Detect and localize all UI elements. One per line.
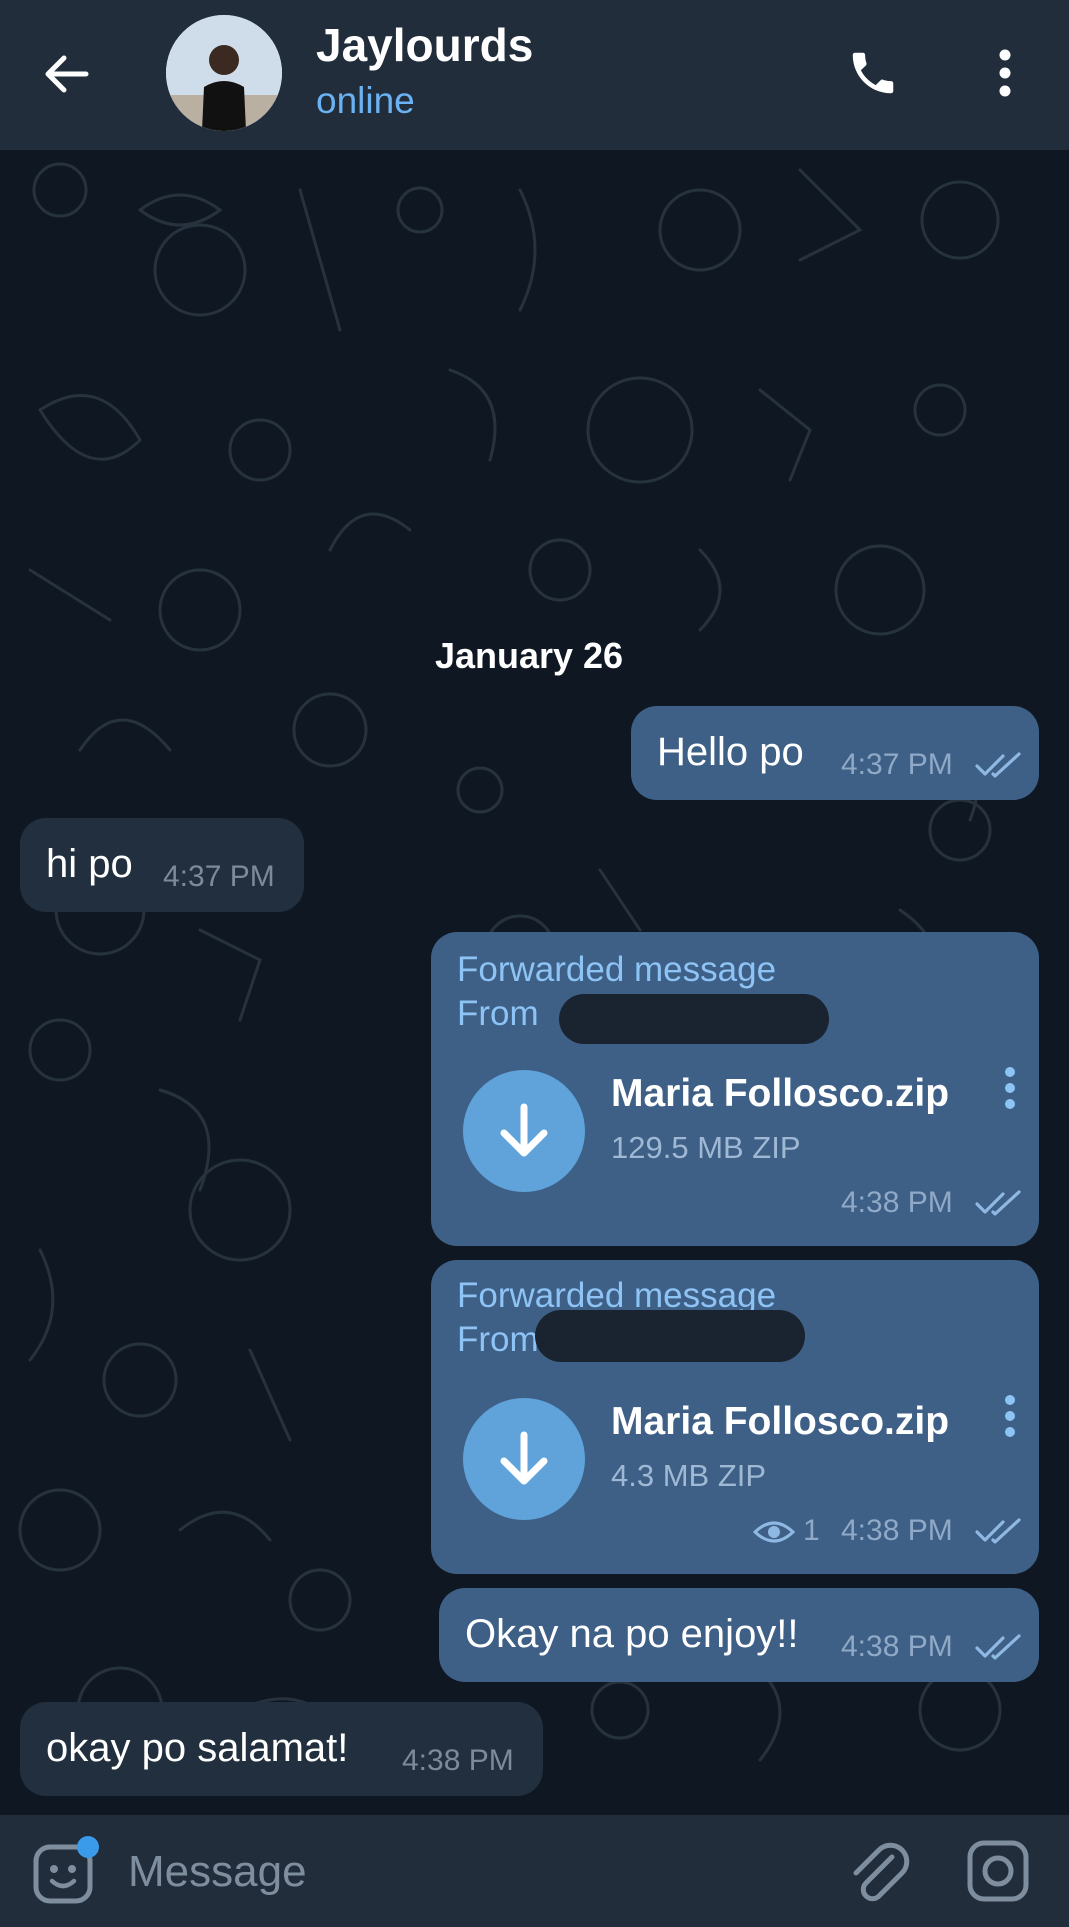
- file-name[interactable]: Maria Follosco.zip: [611, 1400, 949, 1444]
- file-name[interactable]: Maria Follosco.zip: [611, 1072, 949, 1116]
- camera-icon: [967, 1840, 1029, 1902]
- file-size: 4.3 MB ZIP: [611, 1458, 767, 1493]
- message-text: okay po salamat!: [46, 1726, 349, 1770]
- message-text: Hello po: [657, 730, 804, 774]
- online-status: online: [316, 80, 415, 121]
- message-time: 4:38 PM: [402, 1744, 514, 1777]
- avatar[interactable]: [166, 15, 282, 131]
- attach-button[interactable]: [842, 1835, 914, 1907]
- eye-icon: [753, 1521, 795, 1543]
- chat-title[interactable]: Jaylourds: [316, 18, 533, 72]
- forwarded-file-message[interactable]: Forwarded message From Maria Follosco.zi…: [431, 932, 1039, 1246]
- back-button[interactable]: [30, 38, 102, 110]
- message-text: hi po: [46, 842, 133, 886]
- forwarded-from[interactable]: From: [457, 994, 539, 1034]
- redaction-bar: [559, 994, 829, 1044]
- arrow-down-icon: [500, 1431, 548, 1485]
- redaction-bar: [535, 1310, 805, 1362]
- forwarded-label: Forwarded message: [457, 950, 777, 989]
- date-separator: January 26: [414, 626, 644, 686]
- message-text: Okay na po enjoy!!: [465, 1612, 799, 1656]
- double-check-icon: [975, 752, 1021, 778]
- kebab-menu-icon: [999, 49, 1011, 97]
- file-options-button[interactable]: [995, 1058, 1025, 1118]
- arrow-down-icon: [500, 1103, 548, 1157]
- double-check-icon: [975, 1190, 1021, 1216]
- sticker-icon: [33, 1836, 99, 1904]
- message-time: 4:38 PM: [841, 1514, 953, 1547]
- file-options-button[interactable]: [995, 1386, 1025, 1446]
- download-button[interactable]: [463, 1070, 585, 1192]
- outgoing-message[interactable]: Okay na po enjoy!! 4:38 PM: [439, 1588, 1039, 1682]
- call-button[interactable]: [838, 38, 908, 108]
- download-button[interactable]: [463, 1398, 585, 1520]
- paperclip-icon: [853, 1842, 910, 1902]
- message-time: 4:37 PM: [163, 860, 275, 893]
- forwarded-from[interactable]: From: [457, 1320, 539, 1360]
- arrow-left-icon: [45, 55, 89, 93]
- message-time: 4:38 PM: [841, 1630, 953, 1663]
- phone-icon: [852, 52, 894, 94]
- file-size: 129.5 MB ZIP: [611, 1130, 801, 1165]
- double-check-icon: [975, 1634, 1021, 1660]
- camera-button[interactable]: [962, 1835, 1034, 1907]
- profile-photo-icon: [166, 15, 282, 131]
- message-composer: [0, 1815, 1069, 1927]
- message-time: 4:37 PM: [841, 748, 953, 781]
- message-time: 4:38 PM: [841, 1186, 953, 1219]
- chat-area[interactable]: January 26 Hello po 4:37 PM hi po 4:37 P…: [0, 150, 1069, 1815]
- outgoing-message[interactable]: Hello po 4:37 PM: [631, 706, 1039, 800]
- forwarded-file-message[interactable]: Forwarded message From Maria Follosco.zi…: [431, 1260, 1039, 1574]
- incoming-message[interactable]: hi po 4:37 PM: [20, 818, 304, 912]
- double-check-icon: [975, 1518, 1021, 1544]
- sticker-emoji-button[interactable]: [30, 1835, 102, 1907]
- message-input[interactable]: [126, 1839, 650, 1905]
- incoming-message[interactable]: okay po salamat! 4:38 PM: [20, 1702, 543, 1796]
- more-options-button[interactable]: [975, 38, 1035, 108]
- chat-header: Jaylourds online: [0, 0, 1069, 150]
- view-count: 1: [803, 1514, 820, 1547]
